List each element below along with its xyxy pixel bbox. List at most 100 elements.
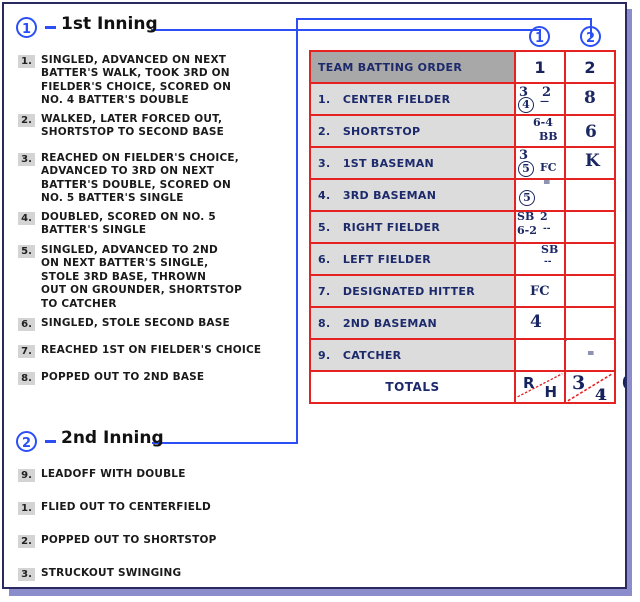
scoring-cell-r9-c1[interactable] <box>514 338 566 372</box>
play-number: 7. <box>18 345 35 358</box>
play-item: 4. DOUBLED, SCORED ON NO. 5 BATTER'S SIN… <box>18 211 290 238</box>
play-description: SINGLED, ADVANCED ON NEXT BATTER'S WALK,… <box>41 54 232 107</box>
scoring-mark: SB <box>517 210 535 223</box>
play-number: 8. <box>18 372 35 385</box>
batting-position-label: LEFT FIELDER <box>342 252 432 266</box>
inning-2-title: 2nd Inning <box>61 428 164 448</box>
play-description: DOUBLED, SCORED ON NO. 5 BATTER'S SINGLE <box>41 211 216 237</box>
play-item: 8. POPPED OUT TO 2ND BASE <box>18 371 298 385</box>
inning-1-title: 1st Inning <box>61 14 158 34</box>
scoring-cell-r3-c1[interactable]: 3 5 FC <box>514 146 566 180</box>
batting-position-label: SHORTSTOP <box>342 124 421 138</box>
batting-position-cell: 6. LEFT FIELDER <box>309 242 516 276</box>
scoring-cell-r2-c2[interactable]: 6 <box>564 114 616 148</box>
total-runs-value: 3 <box>572 372 586 394</box>
play-item: 1. FLIED OUT TO CENTERFIELD <box>18 501 298 515</box>
totals-label: TOTALS <box>309 370 516 404</box>
scoring-mark-circled: 4 <box>518 97 534 113</box>
scoring-cell-r1-c1[interactable]: 3 4 2 — <box>514 82 566 116</box>
batting-position-label: DESIGNATED HITTER <box>342 284 476 298</box>
table-row: 1. CENTER FIELDER 3 4 2 — 8 <box>309 82 616 116</box>
header-inning-1: 1 <box>514 50 566 84</box>
batting-position-label: 3RD BASEMAN <box>342 188 437 202</box>
scoring-mark-dash: -- <box>543 224 551 234</box>
batting-order-number: 8. <box>318 316 331 330</box>
play-item: 3. STRUCKOUT SWINGING <box>18 567 298 581</box>
batting-order-number: 2. <box>318 124 331 138</box>
batting-order-number: 7. <box>318 284 331 298</box>
scoring-cell-r5-c1[interactable]: SB 2 6-2 -- <box>514 210 566 244</box>
batting-order-number: 3. <box>318 156 331 170</box>
play-item: 2. POPPED OUT TO SHORTSTOP <box>18 534 298 548</box>
inning-2-dash <box>45 440 56 443</box>
scoring-cell-r3-c2[interactable]: K <box>564 146 616 180</box>
play-number: 3. <box>18 568 35 581</box>
play-description: POPPED OUT TO 2ND BASE <box>41 371 205 383</box>
play-description: SINGLED, STOLE SECOND BASE <box>41 317 230 329</box>
connector-line-inning2-top <box>296 18 592 20</box>
scoring-mark: FC <box>530 284 550 299</box>
scoring-mark: 4 <box>530 312 542 332</box>
scoring-cell-r8-c2[interactable] <box>564 306 616 340</box>
play-number: 1. <box>18 502 35 515</box>
batting-order-scorecard: TEAM BATTING ORDER 1 2 1. CENTER FIELDER… <box>309 50 625 404</box>
play-number: 3. <box>18 153 35 166</box>
scoring-cell-r1-c2[interactable]: 8 <box>564 82 616 116</box>
scoring-cell-r7-c2[interactable] <box>564 274 616 308</box>
play-number: 4. <box>18 212 35 225</box>
connector-line-inning1-horizontal <box>151 29 541 31</box>
table-header-row: TEAM BATTING ORDER 1 2 <box>309 50 616 84</box>
totals-row: TOTALS R H 3 4 0 1 <box>309 370 625 404</box>
batting-position-cell: 1. CENTER FIELDER <box>309 82 516 116</box>
scoring-mark: SB <box>541 243 559 256</box>
total-runs-value: 0 <box>622 372 625 394</box>
batting-order-number: 1. <box>318 92 331 106</box>
scoring-cell-r2-c1[interactable]: 6-4 BB <box>514 114 566 148</box>
batting-position-cell: 2. SHORTSTOP <box>309 114 516 148</box>
scoring-mark: 6 <box>585 122 597 142</box>
play-item: 9. LEADOFF WITH DOUBLE <box>18 468 298 482</box>
scoring-mark-dash: = <box>543 178 551 188</box>
play-number: 1. <box>18 55 35 68</box>
batting-position-cell: 4. 3RD BASEMAN <box>309 178 516 212</box>
total-hits-value: 1 <box>596 385 608 404</box>
play-item: 3. REACHED ON FIELDER'S CHOICE, ADVANCED… <box>18 152 294 206</box>
play-description: REACHED 1ST ON FIELDER'S CHOICE <box>41 344 262 356</box>
play-number: 2. <box>18 535 35 548</box>
batting-position-label: CENTER FIELDER <box>342 92 451 106</box>
inning-column-number: 2 <box>584 57 596 77</box>
scoring-mark: BB <box>539 130 558 143</box>
play-item: 5. SINGLED, ADVANCED TO 2ND ON NEXT BATT… <box>18 244 296 311</box>
batting-position-label: 1ST BASEMAN <box>342 156 435 170</box>
table-row: 4. 3RD BASEMAN 5 = <box>309 178 616 212</box>
play-description: WALKED, LATER FORCED OUT, SHORTSTOP TO S… <box>41 113 224 139</box>
batting-position-cell: 3. 1ST BASEMAN <box>309 146 516 180</box>
table-row: 3. 1ST BASEMAN 3 5 FC K <box>309 146 616 180</box>
batting-position-cell: 5. RIGHT FIELDER <box>309 210 516 244</box>
play-description: REACHED ON FIELDER'S CHOICE, ADVANCED TO… <box>41 152 239 205</box>
scoring-cell-r4-c1[interactable]: 5 = <box>514 178 566 212</box>
scoring-mark: 6-4 <box>533 116 553 129</box>
column-badge-2: 2 <box>580 26 601 47</box>
batting-order-number: 5. <box>318 220 331 234</box>
scoring-cell-r6-c1[interactable]: SB -- <box>514 242 566 276</box>
scoring-cell-r7-c1[interactable]: FC <box>514 274 566 308</box>
scoring-cell-r5-c2[interactable] <box>564 210 616 244</box>
scoring-mark: 8 <box>584 88 596 108</box>
scoring-mark-dash: -- <box>544 257 552 267</box>
table-row: 8. 2ND BASEMAN 4 <box>309 306 616 340</box>
scoring-mark: K <box>585 151 600 171</box>
play-number: 9. <box>18 469 35 482</box>
scoring-mark-circled: 5 <box>518 161 534 177</box>
scoring-cell-r8-c1[interactable]: 4 <box>514 306 566 340</box>
header-batting-order-label: TEAM BATTING ORDER <box>309 50 516 84</box>
scoring-cell-r6-c2[interactable] <box>564 242 616 276</box>
scoring-cell-r4-c2[interactable] <box>564 178 616 212</box>
scoring-mark: 2 <box>540 210 548 223</box>
batting-position-cell: 7. DESIGNATED HITTER <box>309 274 516 308</box>
batting-order-number: 4. <box>318 188 331 202</box>
table-row: 6. LEFT FIELDER SB -- <box>309 242 616 276</box>
play-description: LEADOFF WITH DOUBLE <box>41 468 186 480</box>
scoring-mark-circled: 5 <box>519 190 535 206</box>
scoring-cell-r9-c2[interactable]: = <box>564 338 616 372</box>
